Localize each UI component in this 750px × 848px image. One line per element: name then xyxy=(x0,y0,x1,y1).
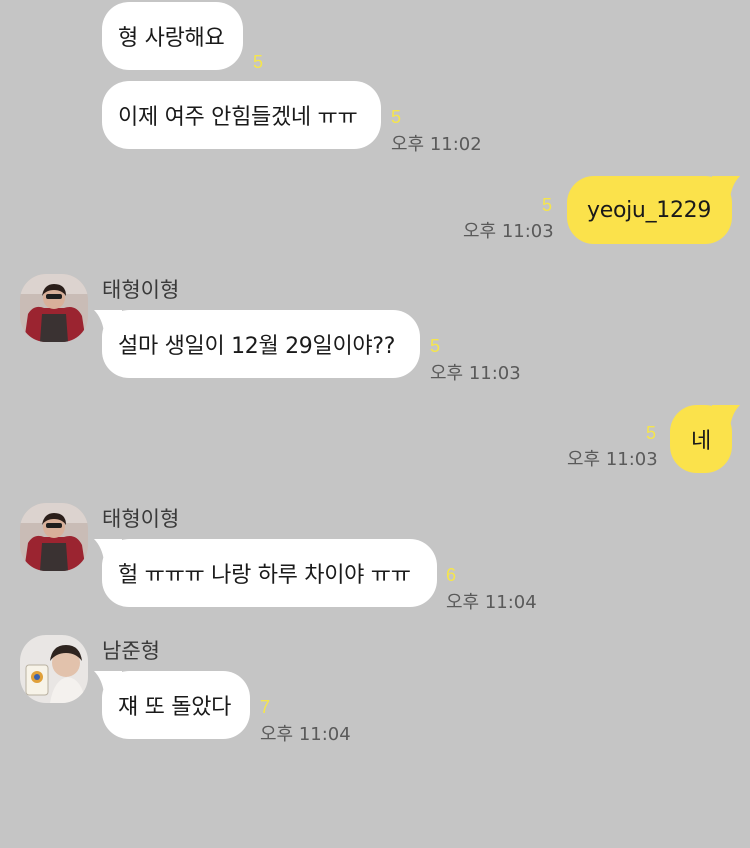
message-bubble-incoming[interactable]: 쟤 또 돌았다 xyxy=(94,671,250,739)
unread-count: 7 xyxy=(260,697,271,717)
avatar[interactable] xyxy=(20,274,88,342)
message-text: 설마 생일이 12월 29일이야?? xyxy=(118,334,396,359)
message-timestamp: 오후 11:02 xyxy=(391,134,482,155)
message-text: 네 xyxy=(691,429,711,454)
bubble-tail xyxy=(94,671,122,693)
sender-name: 태형이형 xyxy=(102,507,180,531)
bubble-tail xyxy=(94,539,122,561)
message-bubble-incoming[interactable]: 헐 ㅠㅠㅠ 나랑 하루 차이야 ㅠㅠ xyxy=(94,539,437,607)
message-timestamp: 오후 11:03 xyxy=(463,221,554,242)
message-text: yeoju_1229 xyxy=(587,197,712,223)
unread-count: 5 xyxy=(391,107,402,127)
avatar[interactable] xyxy=(20,635,88,703)
message-bubble-incoming[interactable]: 이제 여주 안힘들겠네 ㅠㅠ xyxy=(102,81,381,149)
message-timestamp: 오후 11:03 xyxy=(567,449,658,470)
message-text: 쟤 또 돌았다 xyxy=(118,695,232,720)
bubble-tail xyxy=(712,176,740,198)
message-timestamp: 오후 11:04 xyxy=(260,724,351,745)
message-bubble-outgoing[interactable]: yeoju_1229 xyxy=(567,176,740,244)
message-text: 형 사랑해요 xyxy=(118,26,225,51)
unread-count: 5 xyxy=(253,52,264,72)
person-avatar-icon xyxy=(20,635,88,703)
message-timestamp: 오후 11:04 xyxy=(446,592,537,613)
unread-count: 5 xyxy=(430,336,441,356)
unread-count: 6 xyxy=(446,565,457,585)
unread-count: 5 xyxy=(542,195,553,215)
message-bubble-incoming[interactable]: 설마 생일이 12월 29일이야?? xyxy=(94,310,420,378)
sender-name: 태형이형 xyxy=(102,278,180,302)
unread-count: 5 xyxy=(646,423,657,443)
person-avatar-icon xyxy=(20,503,88,571)
message-bubble-incoming[interactable]: 형 사랑해요 xyxy=(102,2,243,70)
sender-name: 남준형 xyxy=(102,639,160,663)
message-text: 이제 여주 안힘들겠네 ㅠㅠ xyxy=(118,105,358,130)
bubble-tail xyxy=(712,405,740,427)
message-bubble-outgoing[interactable]: 네 xyxy=(670,405,740,473)
message-text: 헐 ㅠㅠㅠ 나랑 하루 차이야 ㅠㅠ xyxy=(118,563,411,588)
message-timestamp: 오후 11:03 xyxy=(430,363,521,384)
avatar[interactable] xyxy=(20,503,88,571)
person-avatar-icon xyxy=(20,274,88,342)
bubble-tail xyxy=(94,310,122,332)
